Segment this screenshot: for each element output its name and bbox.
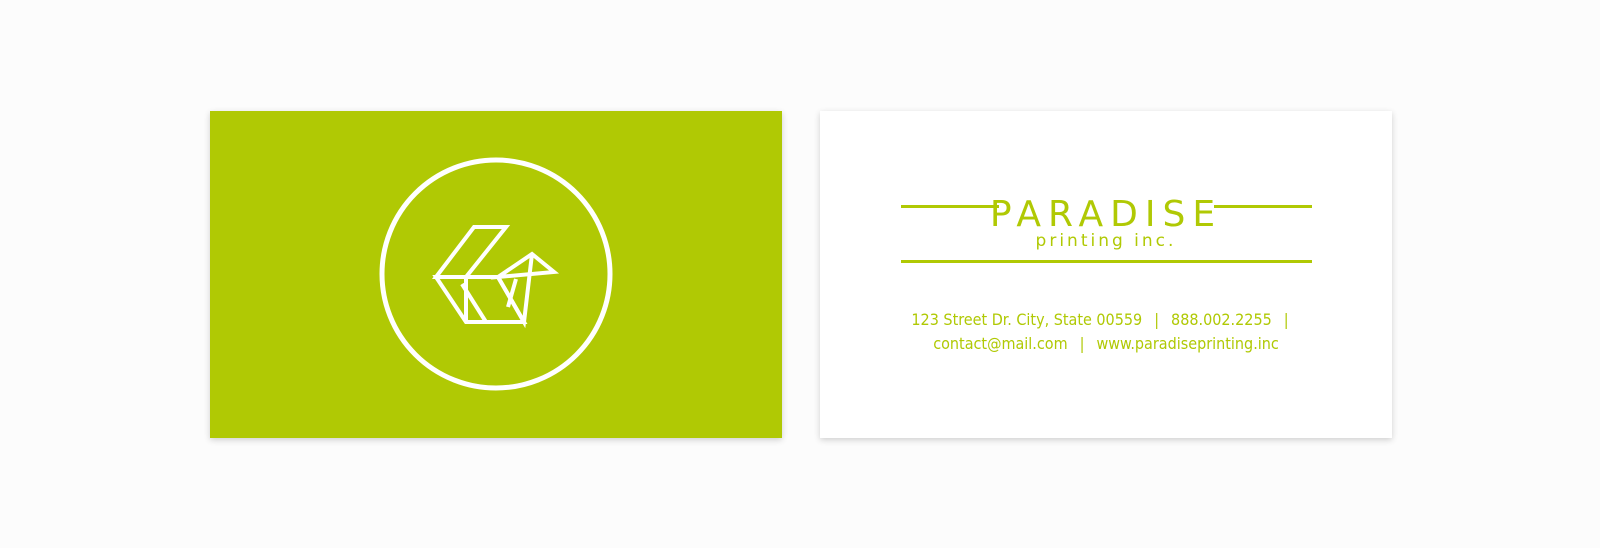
contact-row-email-web: contact@mail.com | www.paradiseprinting.in… xyxy=(820,333,1392,355)
logo-emblem xyxy=(210,111,782,438)
phone-text: 888.002.2255 xyxy=(1171,310,1272,329)
email-text: contact@mail.com xyxy=(933,334,1068,353)
website-text: www.paradiseprinting.inc xyxy=(1096,334,1279,353)
business-card-mockup: PARADISE printing inc. 123 Street Dr. Ci… xyxy=(0,0,1600,548)
address-text: 123 Street Dr. City, State 00559 xyxy=(911,310,1143,329)
card-back: PARADISE printing inc. 123 Street Dr. Ci… xyxy=(820,111,1392,438)
separator: | xyxy=(1079,334,1085,353)
title-rule-bottom xyxy=(901,260,1312,263)
contact-row-address-phone: 123 Street Dr. City, State 00559 | 888.002… xyxy=(820,309,1392,331)
separator: | xyxy=(1154,310,1160,329)
card-front xyxy=(210,111,782,438)
brand-subtitle: printing inc. xyxy=(1035,231,1177,251)
separator: | xyxy=(1283,310,1289,329)
